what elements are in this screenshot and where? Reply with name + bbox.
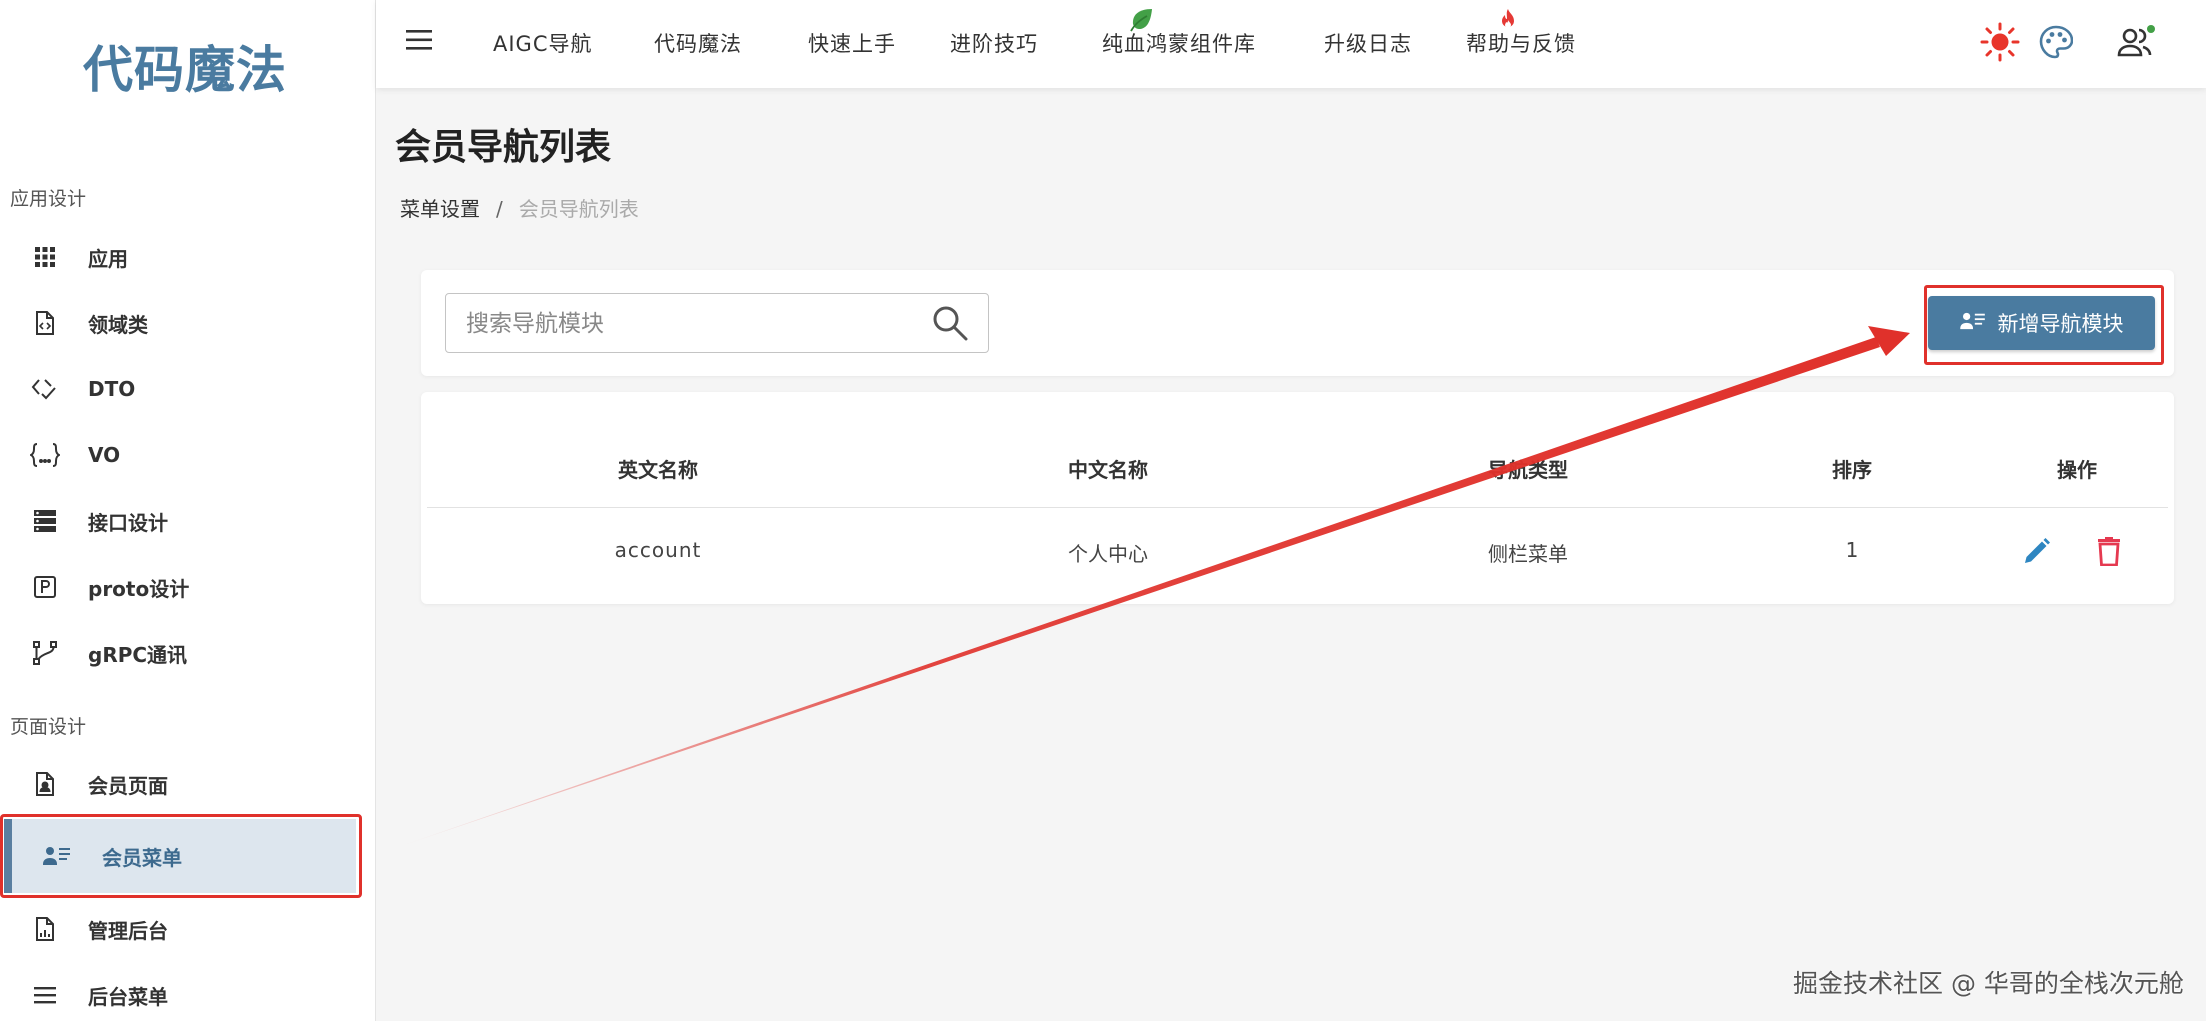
sidebar-item-domain-class[interactable]: 领域类 (0, 290, 376, 356)
cell-en-name: account (614, 538, 702, 562)
fork-icon (30, 638, 60, 668)
sidebar-item-label: DTO (88, 377, 136, 401)
chart-file-icon (30, 914, 60, 944)
topnav-code-magic[interactable]: 代码魔法 (654, 28, 742, 58)
account-file-icon (30, 769, 60, 799)
sidebar-item-admin-menu[interactable]: 后台菜单 (0, 962, 376, 1021)
column-header-nav-type[interactable]: 导航类型 (1488, 454, 1568, 483)
server-icon (30, 506, 60, 536)
cell-nav-type: 侧栏菜单 (1488, 542, 1568, 566)
delete-trash-icon[interactable] (2091, 533, 2127, 569)
menu-icon (30, 980, 60, 1010)
topnav-changelog[interactable]: 升级日志 (1324, 28, 1412, 58)
breadcrumb-separator: / (496, 197, 503, 221)
topnav-aigc[interactable]: AIGC导航 (493, 28, 593, 58)
column-header-order[interactable]: 排序 (1832, 454, 1872, 483)
sidebar-item-member-page[interactable]: 会员页面 (0, 751, 376, 817)
cell-order: 1 (1845, 538, 1859, 562)
app-logo[interactable]: 代码魔法 (0, 30, 370, 102)
sidebar-item-proto-design[interactable]: proto设计 (0, 554, 376, 620)
section-title-page-design: 页面设计 (10, 716, 87, 738)
annotation-highlight-sidebar (0, 814, 362, 898)
breadcrumb-current: 会员导航列表 (518, 197, 639, 221)
sidebar-item-label: gRPC通讯 (88, 642, 188, 667)
page-title: 会员导航列表 (395, 127, 612, 168)
sidebar-item-label: 领域类 (88, 312, 148, 337)
grid-icon (30, 242, 60, 272)
sidebar-item-apps[interactable]: 应用 (0, 224, 376, 290)
table-header: 英文名称 中文名称 导航类型 排序 操作 (427, 392, 2168, 508)
sidebar-item-label: 会员页面 (88, 773, 168, 798)
search-input[interactable] (466, 304, 906, 344)
sidebar-item-vo[interactable]: VO (0, 422, 376, 488)
nav-table: 英文名称 中文名称 导航类型 排序 操作 account 个人中心 侧栏菜单 1 (421, 392, 2174, 604)
sidebar-item-api-design[interactable]: 接口设计 (0, 488, 376, 554)
sidebar-item-admin[interactable]: 管理后台 (0, 896, 376, 962)
topnav-advanced-tips[interactable]: 进阶技巧 (950, 28, 1038, 58)
palette-icon[interactable] (2036, 22, 2076, 62)
table-row: account 个人中心 侧栏菜单 1 (427, 508, 2168, 594)
braces-icon (30, 440, 60, 470)
search-box (445, 293, 989, 353)
sidebar-item-dto[interactable]: DTO (0, 356, 376, 422)
breadcrumb-parent[interactable]: 菜单设置 (400, 197, 480, 221)
hamburger-menu-icon[interactable] (404, 26, 434, 56)
toolbar-card: 新增导航模块 (421, 270, 2174, 376)
column-header-zh-name[interactable]: 中文名称 (1068, 454, 1148, 483)
annotation-highlight-button (1924, 285, 2164, 365)
cell-zh-name: 个人中心 (1068, 542, 1148, 566)
column-header-en-name[interactable]: 英文名称 (618, 454, 698, 483)
sidebar: 代码魔法 应用设计 应用 领域类 DTO VO 接口设计 proto设计 gRP… (0, 0, 376, 1021)
p-box-icon (30, 572, 60, 602)
sidebar-item-label: 后台菜单 (88, 984, 168, 1009)
watermark: 掘金技术社区 @ 华哥的全栈次元舱 (1793, 969, 2184, 998)
topnav-help-feedback[interactable]: 帮助与反馈 (1466, 28, 1576, 58)
sidebar-item-grpc[interactable]: gRPC通讯 (0, 620, 376, 686)
topnav-quick-start[interactable]: 快速上手 (808, 28, 896, 58)
sidebar-item-label: 应用 (88, 246, 128, 271)
user-group-icon[interactable] (2116, 22, 2156, 62)
sidebar-item-label: VO (88, 443, 121, 467)
top-bar: AIGC导航 代码魔法 快速上手 进阶技巧 纯血鸿蒙组件库 升级日志 帮助与反馈 (376, 0, 2206, 88)
section-title-app-design: 应用设计 (10, 188, 87, 210)
sidebar-item-label: 接口设计 (88, 510, 168, 535)
sun-theme-icon[interactable] (1980, 22, 2020, 62)
sidebar-item-label: 管理后台 (88, 918, 168, 943)
column-header-actions: 操作 (2057, 458, 2097, 482)
sidebar-item-label: proto设计 (88, 576, 190, 601)
edit-pencil-icon[interactable] (2019, 533, 2055, 569)
search-icon[interactable] (932, 305, 968, 345)
code-check-icon (30, 374, 60, 404)
topnav-harmony-components[interactable]: 纯血鸿蒙组件库 (1102, 28, 1256, 58)
code-file-icon (30, 308, 60, 338)
breadcrumb: 菜单设置 / 会员导航列表 (400, 193, 639, 222)
